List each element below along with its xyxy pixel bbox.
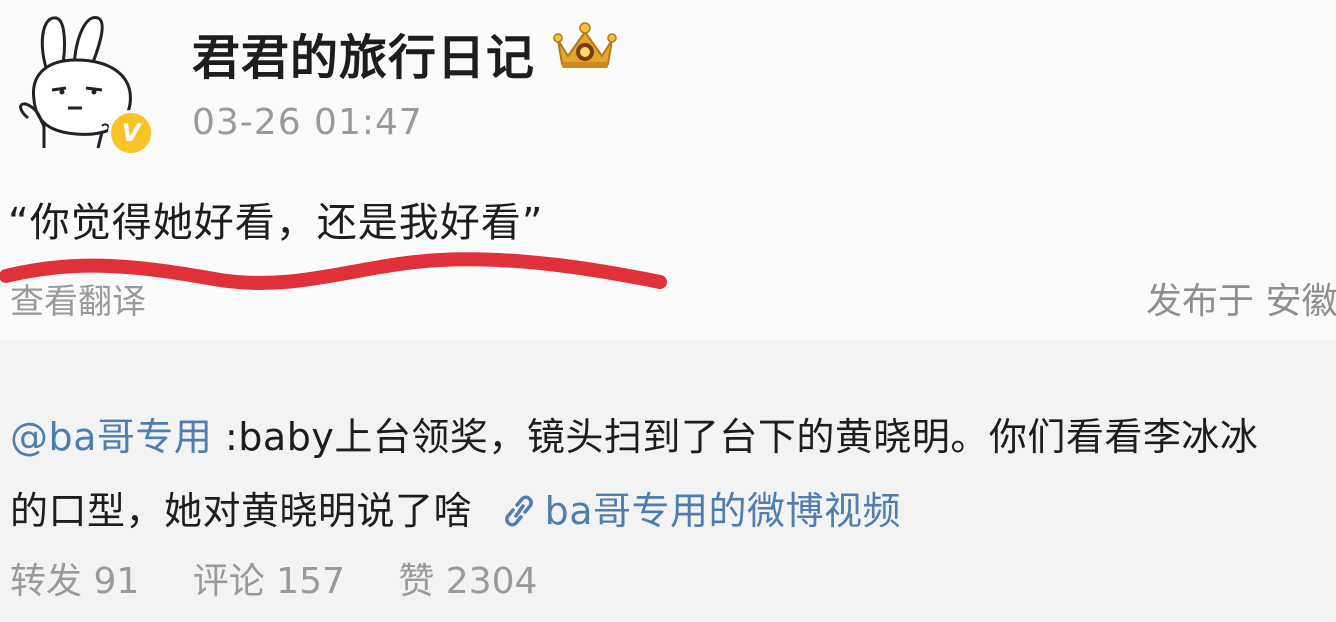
repost-text-1: :baby上台领奖，镜头扫到了台下的黄晓明。你们看看李冰冰 <box>212 415 1259 459</box>
reposted-content[interactable]: @ba哥专用 :baby上台领奖，镜头扫到了台下的黄晓明。你们看看李冰冰 的口型… <box>0 340 1336 622</box>
link-icon <box>504 495 533 527</box>
repost-stats: 转发 91 评论 157 赞 2304 <box>10 552 579 604</box>
repost-text-2: 的口型，她对黄晓明说了啥 <box>10 489 473 533</box>
like-count[interactable]: 赞 2304 <box>398 561 537 602</box>
post-timestamp: 03-26 01:47 <box>192 102 423 143</box>
original-post: V 君君的旅行日记 03-26 01:47 “你觉得她好看，还是我好看” 查看翻… <box>0 0 1336 340</box>
publish-location: 发布于 安徽 <box>1146 281 1336 322</box>
comment-count[interactable]: 评论 157 <box>193 561 345 602</box>
username[interactable]: 君君的旅行日记 <box>192 18 535 88</box>
post-text: “你觉得她好看，还是我好看” <box>8 200 544 246</box>
repost-line-2: 的口型，她对黄晓明说了啥 ba哥专用的微博视频 <box>10 480 901 535</box>
red-underline-annotation <box>0 252 667 290</box>
mention-link[interactable]: @ba哥专用 <box>10 415 212 459</box>
repost-count[interactable]: 转发 91 <box>10 561 139 602</box>
repost-line-1: @ba哥专用 :baby上台领奖，镜头扫到了台下的黄晓明。你们看看李冰冰 <box>10 406 1258 461</box>
video-link[interactable]: ba哥专用的微博视频 <box>545 489 901 533</box>
crown-icon <box>553 22 617 68</box>
verified-badge-icon: V <box>108 110 154 156</box>
